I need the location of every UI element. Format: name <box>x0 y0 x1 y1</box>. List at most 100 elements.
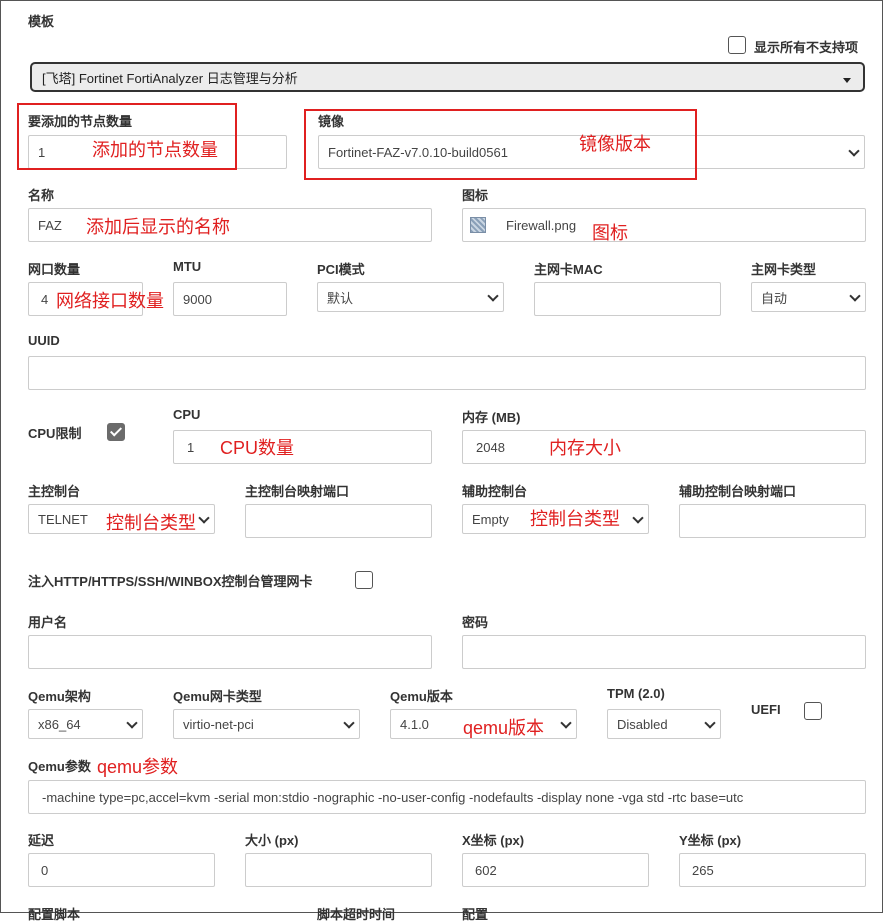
nodes-value: 1 <box>38 144 46 160</box>
cpulimit-label: CPU限制 <box>28 426 82 441</box>
size-label: 大小 (px) <box>245 833 299 848</box>
y-value: 265 <box>692 862 714 878</box>
qemu-arch-value: x86_64 <box>38 716 81 732</box>
image-label: 镜像 <box>318 114 345 129</box>
console2-label: 辅助控制台 <box>462 484 528 499</box>
size-input[interactable] <box>245 853 432 887</box>
username-input[interactable] <box>28 635 432 669</box>
qemu-options-annotation: qemu参数 <box>97 757 179 777</box>
dropdown-arrow-icon <box>843 78 851 83</box>
nodes-annotation: 添加的节点数量 <box>92 140 218 160</box>
template-select[interactable]: [飞塔] Fortinet FortiAnalyzer 日志管理与分析 <box>30 62 865 92</box>
icon-select[interactable]: Firewall.png <box>462 208 866 242</box>
tpm-value: Disabled <box>617 716 668 732</box>
qemu-options-input[interactable]: -machine type=pc,accel=kvm -serial mon:s… <box>28 780 866 814</box>
show-unsupported-label: 显示所有不支持项 <box>754 40 859 55</box>
chevron-down-icon <box>632 512 644 524</box>
show-unsupported-checkbox[interactable] <box>728 36 746 54</box>
mac-label: 主网卡MAC <box>534 262 603 277</box>
ethernet-annotation: 网络接口数量 <box>56 291 164 311</box>
qemu-arch-label: Qemu架构 <box>28 689 91 704</box>
x-value: 602 <box>475 862 497 878</box>
x-label: X坐标 (px) <box>462 833 525 848</box>
uuid-input[interactable] <box>28 356 866 390</box>
ethernet-label: 网口数量 <box>28 262 81 277</box>
chevron-down-icon <box>126 717 138 729</box>
icon-annotation: 图标 <box>592 223 628 243</box>
uefi-label: UEFI <box>751 702 781 717</box>
name-label: 名称 <box>28 188 55 203</box>
name-value: FAZ <box>38 217 62 233</box>
uuid-label: UUID <box>28 333 60 348</box>
icon-label: 图标 <box>462 188 489 203</box>
qemu-version-label: Qemu版本 <box>390 689 453 704</box>
image-annotation: 镜像版本 <box>579 134 651 154</box>
y-label: Y坐标 (px) <box>679 833 742 848</box>
qemu-version-annotation: qemu版本 <box>463 718 545 738</box>
cpu-annotation: CPU数量 <box>220 438 295 458</box>
ram-label: 内存 (MB) <box>462 410 521 425</box>
chevron-down-icon <box>848 145 860 157</box>
chevron-down-icon <box>849 290 861 302</box>
qemu-options-label: Qemu参数 <box>28 759 91 774</box>
nic-type-label: 主网卡类型 <box>751 262 817 277</box>
nic-type-value: 自动 <box>761 290 788 306</box>
config-label: 配置 <box>462 907 489 922</box>
pci-select[interactable]: 默认 <box>317 282 504 312</box>
image-value: Fortinet-FAZ-v7.0.10-build0561 <box>328 144 508 160</box>
ram-annotation: 内存大小 <box>549 438 621 458</box>
chevron-down-icon <box>343 717 355 729</box>
password-label: 密码 <box>462 615 489 630</box>
chevron-down-icon <box>704 717 716 729</box>
name-annotation: 添加后显示的名称 <box>86 217 230 237</box>
password-input[interactable] <box>462 635 866 669</box>
console-value: TELNET <box>38 511 88 527</box>
console2-annotation: 控制台类型 <box>530 509 620 529</box>
delay-label: 延迟 <box>28 833 55 848</box>
delay-input[interactable]: 0 <box>28 853 215 887</box>
y-input[interactable]: 265 <box>679 853 866 887</box>
console-annotation: 控制台类型 <box>106 513 196 533</box>
qemu-nic-value: virtio-net-pci <box>183 716 254 732</box>
firewall-icon <box>470 217 486 233</box>
nic-type-select[interactable]: 自动 <box>751 282 866 312</box>
chevron-down-icon <box>560 717 572 729</box>
icon-value: Firewall.png <box>506 217 577 233</box>
console2-port-input[interactable] <box>679 504 866 538</box>
console2-port-label: 辅助控制台映射端口 <box>679 484 797 499</box>
template-label: 模板 <box>28 14 55 29</box>
cpu-value: 1 <box>187 439 195 455</box>
inject-label: 注入HTTP/HTTPS/SSH/WINBOX控制台管理网卡 <box>28 574 313 589</box>
chevron-down-icon <box>487 290 499 302</box>
config-script-label: 配置脚本 <box>28 907 81 922</box>
qemu-version-value: 4.1.0 <box>400 716 429 732</box>
x-input[interactable]: 602 <box>462 853 649 887</box>
console-port-input[interactable] <box>245 504 432 538</box>
pci-label: PCI模式 <box>317 262 365 277</box>
console-label: 主控制台 <box>28 484 81 499</box>
chevron-down-icon <box>198 512 210 524</box>
ram-value: 2048 <box>476 439 505 455</box>
qemu-nic-select[interactable]: virtio-net-pci <box>173 709 360 739</box>
mtu-input[interactable]: 9000 <box>173 282 287 316</box>
tpm-label: TPM (2.0) <box>607 686 665 701</box>
mac-input[interactable] <box>534 282 721 316</box>
qemu-nic-label: Qemu网卡类型 <box>173 689 262 704</box>
username-label: 用户名 <box>28 615 68 630</box>
nodes-label: 要添加的节点数量 <box>28 114 133 129</box>
cpulimit-checkbox[interactable] <box>107 423 125 441</box>
tpm-select[interactable]: Disabled <box>607 709 721 739</box>
cpu-input[interactable]: 1 <box>173 430 432 464</box>
console-port-label: 主控制台映射端口 <box>245 484 350 499</box>
qemu-arch-select[interactable]: x86_64 <box>28 709 143 739</box>
mtu-value: 9000 <box>183 291 212 307</box>
cpu-label: CPU <box>173 407 201 422</box>
pci-value: 默认 <box>327 290 354 306</box>
inject-checkbox[interactable] <box>355 571 373 589</box>
ethernet-value: 4 <box>41 291 49 307</box>
console2-value: Empty <box>472 511 509 527</box>
ram-input[interactable]: 2048 <box>462 430 866 464</box>
uefi-checkbox[interactable] <box>804 702 822 720</box>
script-timeout-label: 脚本超时时间 <box>317 907 396 922</box>
delay-value: 0 <box>41 862 49 878</box>
